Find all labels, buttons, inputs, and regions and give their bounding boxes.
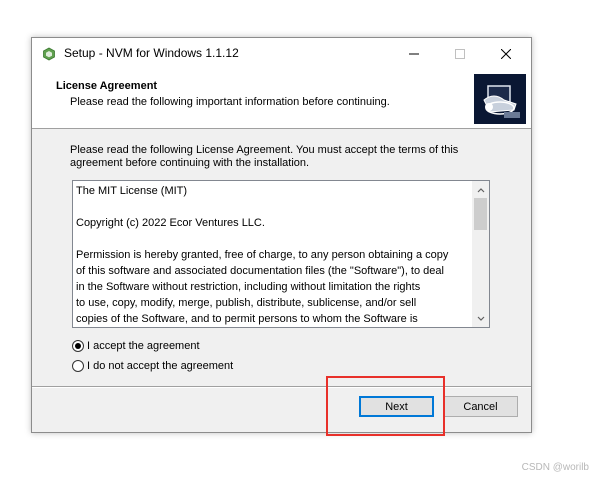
decline-option[interactable]: I do not accept the agreement [72,358,233,374]
license-textbox[interactable]: The MIT License (MIT) Copyright (c) 2022… [72,180,490,328]
cancel-button[interactable]: Cancel [443,396,518,417]
installer-logo-icon [474,74,526,124]
vertical-scrollbar[interactable] [472,181,489,327]
nvm-app-icon [42,47,56,61]
window-title: Setup - NVM for Windows 1.1.12 [64,46,239,60]
close-button[interactable] [483,38,529,70]
chevron-up-icon [477,187,484,192]
minimize-button[interactable] [391,38,437,70]
wizard-header: License Agreement Please read the follow… [32,70,531,129]
chevron-down-icon [477,316,484,321]
license-line: in the Software without restriction, inc… [76,281,421,293]
title-bar[interactable]: Setup - NVM for Windows 1.1.12 [32,38,531,70]
license-line: to use, copy, modify, merge, publish, di… [76,297,417,309]
intro-text: Please read the following License Agreem… [70,144,459,169]
license-text: The MIT License (MIT) Copyright (c) 2022… [76,183,468,327]
decline-label[interactable]: I do not accept the agreement [87,360,233,372]
license-line: Copyright (c) 2022 Ecor Ventures LLC. [76,217,265,229]
minimize-icon [409,53,419,55]
page-title: License Agreement [56,80,158,92]
watermark: CSDN @worilb [521,462,589,473]
accept-label[interactable]: I accept the agreement [87,340,200,352]
page-subtitle: Please read the following important info… [70,96,390,108]
scroll-up-button[interactable] [472,181,489,198]
accept-radio[interactable] [72,340,84,352]
license-line: Permission is hereby granted, free of ch… [76,249,449,261]
annotation-highlight-box [326,376,445,436]
license-line: The MIT License (MIT) [76,185,188,197]
maximize-button[interactable] [437,38,483,70]
scroll-thumb[interactable] [474,198,487,230]
footer-divider [32,386,531,388]
close-icon [501,49,511,59]
license-line: copies of the Software, and to permit pe… [76,313,418,325]
maximize-icon [455,49,465,59]
accept-option[interactable]: I accept the agreement [72,338,200,354]
setup-window: Setup - NVM for Windows 1.1.12 License A… [31,37,532,433]
license-line: of this software and associated document… [76,265,444,277]
scroll-down-button[interactable] [472,310,489,327]
decline-radio[interactable] [72,360,84,372]
